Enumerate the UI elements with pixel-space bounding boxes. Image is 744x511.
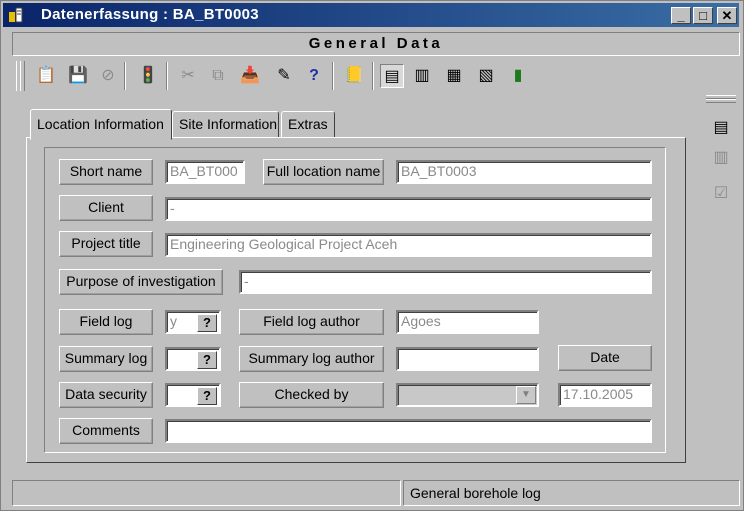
field-log-author-label: Field log author (239, 309, 384, 335)
side-toolbar-grip[interactable] (706, 99, 736, 103)
field-log-field[interactable]: y ? (165, 310, 221, 334)
view-general-icon[interactable]: ▤ (380, 64, 404, 88)
project-title-label: Project title (59, 231, 153, 257)
client-label: Client (59, 195, 153, 221)
help-icon[interactable]: ? (302, 64, 326, 88)
app-icon (9, 7, 23, 23)
date-field[interactable]: 17.10.2005 (558, 383, 652, 407)
full-location-name-label: Full location name (263, 159, 384, 185)
project-title-field[interactable]: Engineering Geological Project Aceh (165, 233, 652, 257)
short-name-field[interactable]: BA_BT000 (165, 160, 245, 184)
paste-icon[interactable]: 📥 (238, 64, 262, 88)
summary-log-field[interactable]: ? (165, 347, 221, 371)
title-bar[interactable]: Datenerfassung : BA_BT0003 _ □ ✕ (3, 3, 739, 27)
toolbar-separator (124, 62, 126, 90)
status-pane-left (12, 480, 401, 506)
summary-log-help-button[interactable]: ? (197, 351, 217, 369)
application-window: Datenerfassung : BA_BT0003 _ □ ✕ General… (0, 0, 744, 511)
tab-site-information[interactable]: Site Information (172, 111, 279, 138)
summary-log-author-label: Summary log author (239, 346, 384, 372)
maximize-button[interactable]: □ (693, 7, 713, 24)
close-button[interactable]: ✕ (717, 7, 737, 24)
data-security-label: Data security (59, 382, 153, 408)
checked-by-dropdown[interactable]: ▼ (396, 383, 539, 407)
tab-location-information[interactable]: Location Information (30, 109, 172, 140)
comments-field[interactable] (165, 419, 652, 443)
checklist-icon[interactable]: ☑ (708, 181, 734, 207)
toolbar-separator (332, 62, 334, 90)
tab-extras[interactable]: Extras (281, 111, 335, 138)
section-banner: General Data (12, 32, 740, 56)
checked-by-label: Checked by (239, 382, 384, 408)
data-security-help-button[interactable]: ? (197, 387, 217, 405)
toolbar-separator (372, 62, 374, 90)
side-toolbar: ▤ ▥ ☑ (703, 93, 739, 215)
data-security-field[interactable]: ? (165, 383, 221, 407)
view-samples-icon[interactable]: ▦ (442, 64, 466, 88)
field-log-author-field[interactable]: Agoes (396, 310, 539, 334)
notes-icon[interactable]: 📒 (342, 64, 366, 88)
full-location-name-field[interactable]: BA_BT0003 (396, 160, 652, 184)
summary-log-author-field[interactable] (396, 347, 539, 371)
status-pane-right: General borehole log (403, 480, 740, 506)
list-view-icon[interactable]: ▥ (708, 145, 734, 171)
cut-icon[interactable]: ✂ (176, 64, 200, 88)
status-bar: General borehole log (12, 480, 740, 506)
form-view-icon[interactable]: ▤ (708, 115, 734, 141)
toolbar-separator (166, 62, 168, 90)
traffic-light-icon[interactable]: 🚦 (136, 64, 160, 88)
view-layers-icon[interactable]: ▥ (410, 64, 434, 88)
short-name-label: Short name (59, 159, 153, 185)
client-field[interactable]: - (165, 197, 652, 221)
field-log-help-button[interactable]: ? (197, 314, 217, 332)
comments-label: Comments (59, 418, 153, 444)
view-chart-icon[interactable]: ▮ (506, 64, 530, 88)
summary-log-label: Summary log (59, 346, 153, 372)
save-icon[interactable]: 💾 (66, 64, 90, 88)
field-log-label: Field log (59, 309, 153, 335)
edit-icon[interactable]: ✎ (272, 64, 296, 88)
toolbar-grip[interactable] (20, 61, 25, 91)
new-record-icon[interactable]: 📋 (34, 64, 58, 88)
field-log-value: y (170, 313, 177, 329)
view-tests-icon[interactable]: ▧ (474, 64, 498, 88)
purpose-field[interactable]: - (239, 270, 652, 294)
date-label: Date (558, 345, 652, 371)
chevron-down-icon[interactable]: ▼ (516, 386, 536, 404)
window-title: Datenerfassung : BA_BT0003 (41, 6, 259, 23)
cancel-icon[interactable]: ⊘ (96, 64, 120, 88)
purpose-label: Purpose of investigation (59, 269, 223, 295)
minimize-button[interactable]: _ (671, 7, 691, 24)
main-toolbar: 📋 💾 ⊘ 🚦 ✂ ⧉ 📥 ✎ ? 📒 ▤ ▥ ▦ ▧ ▮ (12, 58, 740, 94)
copy-icon[interactable]: ⧉ (206, 64, 230, 88)
